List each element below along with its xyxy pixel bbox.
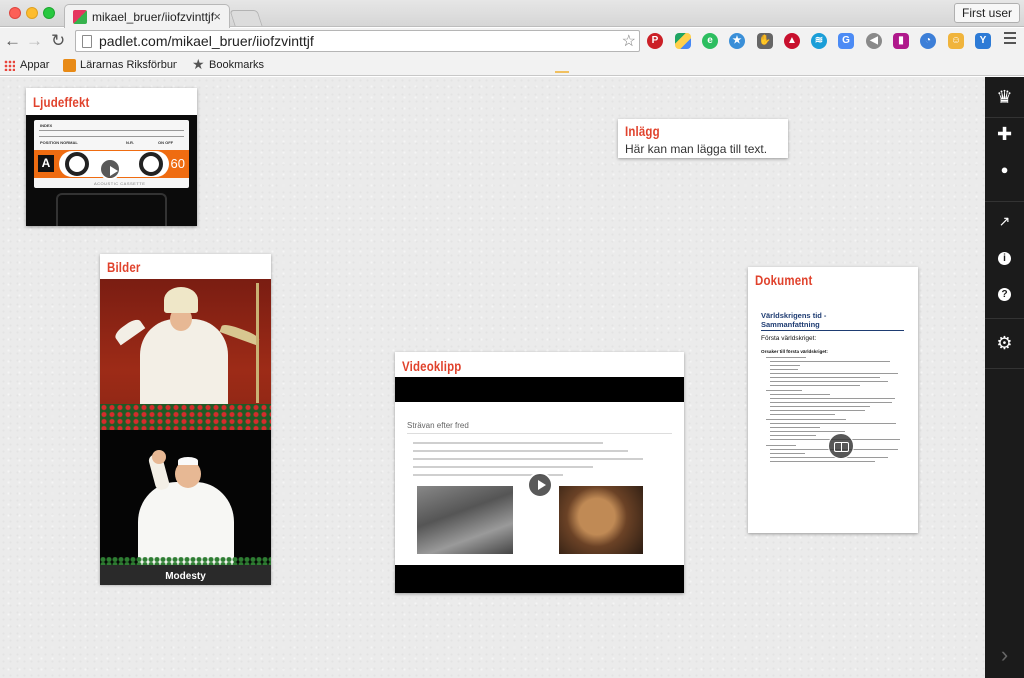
info-icon: i	[998, 251, 1011, 265]
open-document-icon[interactable]	[828, 433, 854, 459]
bookmark-lararnas[interactable]: Lärarnas Riksförbund	[80, 59, 177, 71]
post-title: Videoklipp	[402, 358, 462, 374]
lararnas-bookmark-icon	[63, 59, 76, 72]
apps-grid-icon[interactable]	[4, 60, 15, 71]
padlet-wall[interactable]: Ljudeffekt INDEX POSITION NORMAL N.R. ON…	[0, 71, 985, 678]
bookmark-folder[interactable]: Bookmarks	[209, 59, 264, 71]
evernote-icon[interactable]: e	[702, 33, 718, 49]
bookmarks-bar: Appar Lärarnas Riksförbund ★ Bookmarks	[0, 55, 1024, 76]
post-title: Ljudeffekt	[33, 94, 90, 110]
pinterest-icon[interactable]: P	[647, 33, 663, 49]
padlet-sidebar: ♛ ✚ ● ↗ i ? ⚙ ›	[985, 77, 1024, 678]
post-body: Här kan man lägga till text.	[625, 142, 768, 156]
face-icon[interactable]: ☺	[948, 33, 964, 49]
tab-title: mikael_bruer/iiofzvinttjf	[92, 10, 215, 24]
share-icon[interactable]: ↗	[985, 203, 1024, 239]
maximize-window-button[interactable]	[43, 7, 55, 19]
post-title: Bilder	[107, 259, 141, 275]
photo-pope-benedict	[100, 279, 271, 430]
bookmark-star-ext-icon[interactable]: ★	[729, 33, 745, 49]
reload-icon[interactable]: ↻	[51, 31, 65, 51]
profile-user-button[interactable]: First user	[953, 3, 1020, 23]
browser-tab[interactable]: mikael_bruer/iiofzvinttjf ×	[64, 4, 230, 28]
y-icon[interactable]: Y	[975, 33, 991, 49]
pink-extension-icon[interactable]: ▮	[893, 33, 909, 49]
info-icon-wrap[interactable]: i	[985, 239, 1024, 275]
help-icon-wrap[interactable]: ?	[985, 275, 1024, 311]
bookmark-apps[interactable]: Appar	[20, 59, 49, 71]
minimize-window-button[interactable]	[26, 7, 38, 19]
google-drive-icon[interactable]	[675, 33, 691, 49]
browser-toolbar: ← → ↻ padlet.com/mikael_bruer/iiofzvintt…	[0, 28, 1024, 55]
browser-menu-icon[interactable]	[1004, 32, 1016, 47]
star-bookmark-icon: ★	[192, 56, 205, 72]
back-arrow-icon[interactable]: ←	[4, 31, 21, 51]
post-title: Inlägg	[625, 123, 660, 139]
document-preview: Världskrigens tid - Sammanfattning Först…	[756, 300, 911, 525]
post-text[interactable]: Inlägg Här kan man lägga till text.	[618, 119, 788, 158]
url-text[interactable]: padlet.com/mikael_bruer/iiofzvinttjf	[99, 33, 314, 49]
screencast-icon[interactable]: ≋	[811, 33, 827, 49]
post-video[interactable]: Videoklipp Strävan efter fred	[395, 352, 684, 593]
play-video-icon[interactable]	[527, 472, 553, 498]
profile-icon[interactable]: ●	[985, 152, 1024, 188]
new-tab-button[interactable]	[229, 10, 263, 26]
add-post-icon[interactable]: ✚	[985, 116, 1024, 152]
padlet-logo-icon[interactable]: ♛	[985, 79, 1024, 115]
post-audio[interactable]: Ljudeffekt INDEX POSITION NORMAL N.R. ON…	[26, 88, 197, 226]
photo-pope-francis: Modesty	[100, 430, 271, 585]
loading-indicator	[555, 71, 569, 73]
collapse-chevron-icon[interactable]: ›	[985, 637, 1024, 673]
blue-circle-icon[interactable]: ◔	[920, 33, 936, 49]
settings-gear-icon[interactable]: ⚙	[985, 325, 1024, 361]
slide-title: Strävan efter fred	[407, 421, 469, 430]
play-audio-icon[interactable]	[99, 158, 121, 180]
audio-icon[interactable]: ◀	[866, 33, 882, 49]
tab-close-icon[interactable]: ×	[213, 9, 221, 24]
help-icon: ?	[998, 287, 1011, 301]
post-title: Dokument	[755, 272, 813, 288]
image-caption: Modesty	[165, 571, 206, 582]
post-images[interactable]: Bilder Modesty	[100, 254, 271, 585]
page-icon	[82, 35, 92, 48]
cassette-image: INDEX POSITION NORMAL N.R. ON OFF A 60 A…	[26, 115, 197, 226]
forward-arrow-icon[interactable]: →	[26, 31, 43, 51]
address-bar[interactable]: padlet.com/mikael_bruer/iiofzvinttjf ☆	[75, 30, 640, 52]
translate-icon[interactable]: G	[838, 33, 854, 49]
puzzle-icon[interactable]: ✋	[757, 33, 773, 49]
padlet-favicon-icon	[73, 10, 87, 24]
browser-titlebar: mikael_bruer/iiofzvinttjf × First user	[0, 0, 1024, 28]
close-window-button[interactable]	[9, 7, 21, 19]
post-document[interactable]: Dokument Världskrigens tid - Sammanfattn…	[748, 267, 918, 533]
red-car-icon[interactable]: ▲	[784, 33, 800, 49]
bookmark-star-icon[interactable]: ☆	[622, 31, 636, 51]
